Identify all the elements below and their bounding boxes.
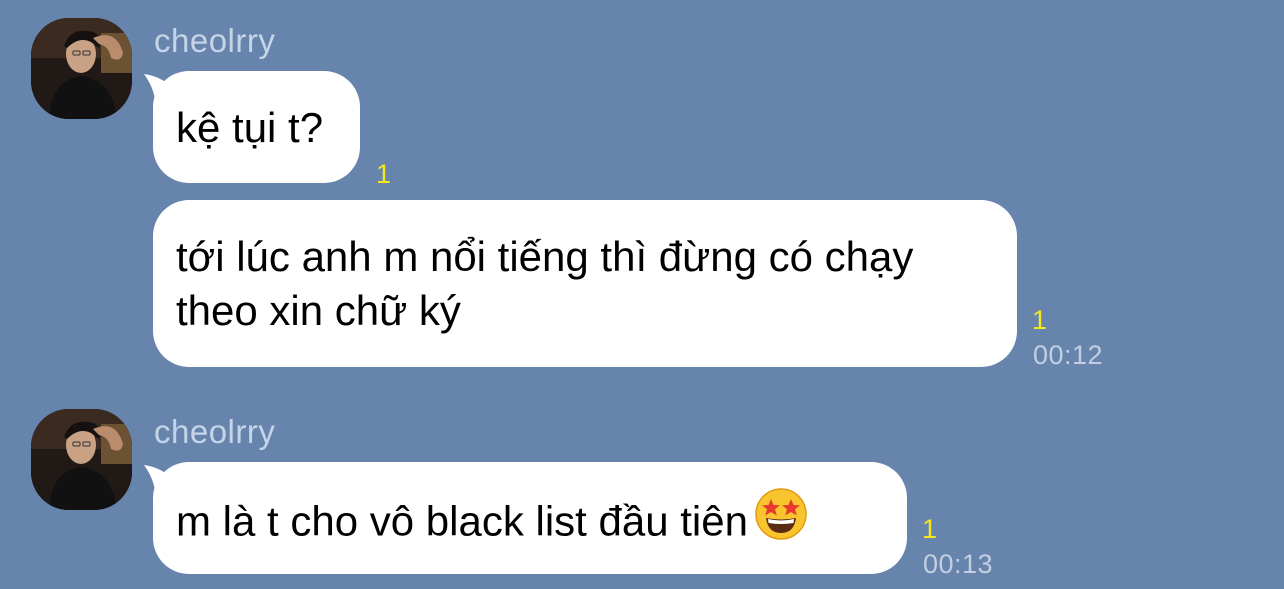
star-struck-emoji-icon — [754, 487, 808, 554]
sender-name: cheolrry — [154, 413, 276, 450]
message-bubble[interactable]: kệ tụi t? — [153, 71, 360, 183]
message-bubble[interactable]: m là t cho vô black list đầu tiên — [153, 462, 907, 574]
message-text: kệ tụi t? — [176, 104, 324, 151]
message-bubble[interactable]: tới lúc anh m nổi tiếng thì đừng có chạy… — [153, 200, 1017, 367]
timestamp: 00:13 — [923, 549, 994, 579]
read-count: 1 — [922, 514, 938, 544]
sender-name: cheolrry — [154, 22, 276, 59]
message-text-line: tới lúc anh m nổi tiếng thì đừng có chạy — [176, 233, 914, 280]
avatar[interactable] — [31, 409, 132, 510]
avatar[interactable] — [31, 18, 132, 119]
timestamp: 00:12 — [1033, 340, 1104, 370]
message-text: m là t cho vô black list đầu tiên — [176, 497, 748, 545]
read-count: 1 — [376, 159, 392, 189]
message-text-line: theo xin chữ ký — [176, 287, 461, 334]
read-count: 1 — [1032, 305, 1048, 335]
